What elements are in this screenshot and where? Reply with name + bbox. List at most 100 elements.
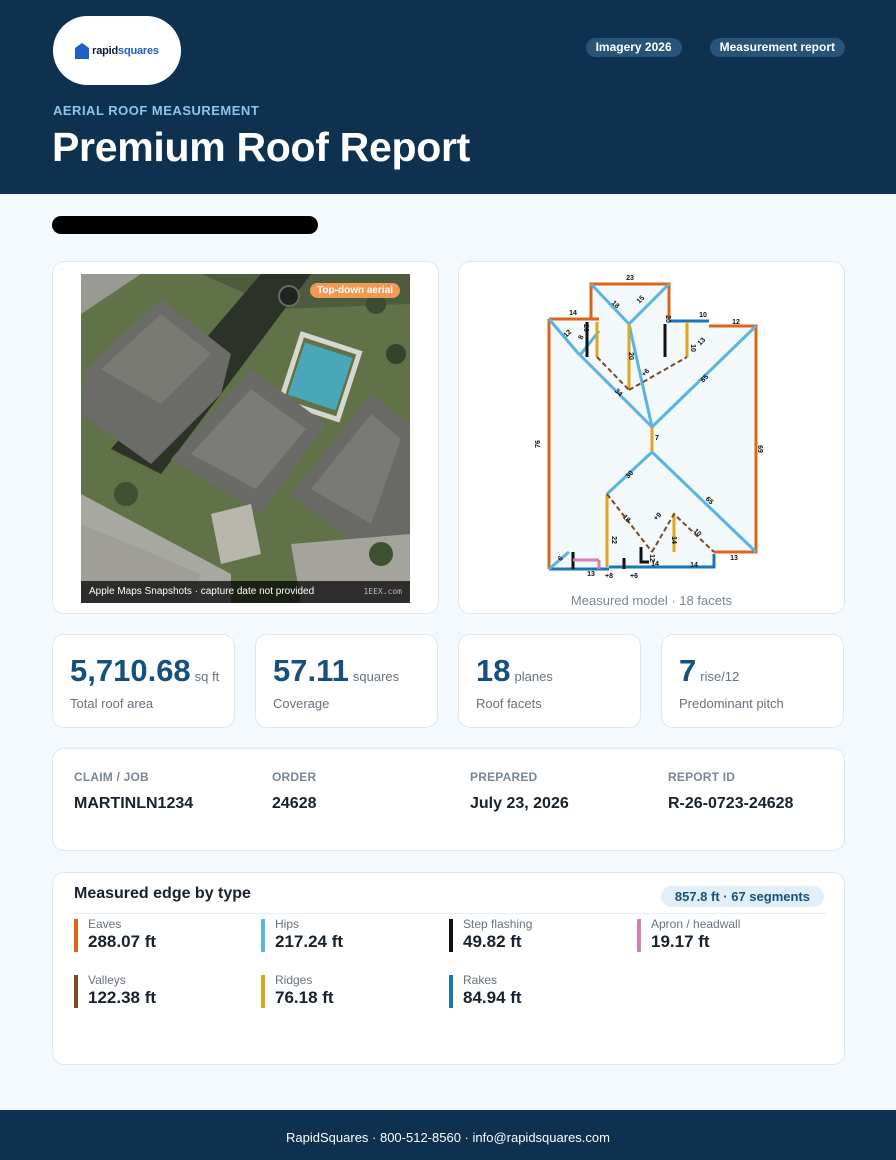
edge-ridges: Ridges 76.18 ft	[261, 973, 334, 1008]
edge-hips: Hips 217.24 ft	[261, 917, 343, 952]
info-label: CLAIM / JOB	[74, 770, 149, 784]
edge-length-label: 13	[587, 571, 595, 578]
report-header: rapidsquares Imagery 2026 Measurement re…	[0, 0, 896, 194]
info-value: 24628	[272, 795, 317, 812]
roof-model-card: 23 14 10 12 12 8 20 18 15 20 10 13 20 +6 65 34 76 69 7 30 65…	[458, 261, 845, 614]
edge-length-label: 12	[648, 554, 655, 562]
edge-name: Valleys	[88, 973, 126, 987]
edge-length-label: 14	[690, 562, 698, 569]
stat-total-area: 5,710.68 sq ft Total roof area	[52, 634, 235, 728]
edge-valleys: Valleys 122.38 ft	[74, 973, 156, 1008]
stat-facets: 18 planes Roof facets	[458, 634, 641, 728]
edge-value: 84.94 ft	[463, 988, 522, 1007]
edge-length-label: 20	[627, 352, 634, 360]
edge-name: Ridges	[275, 973, 313, 987]
info-label: ORDER	[272, 770, 317, 784]
edge-length-label: 14	[569, 310, 577, 317]
report-eyebrow: AERIAL ROOF MEASUREMENT	[53, 103, 260, 118]
stat-label: Coverage	[273, 696, 330, 711]
edge-step-flashing: Step flashing 49.82 ft	[449, 917, 532, 952]
info-value: July 23, 2026	[470, 795, 569, 812]
roof-diagram: 2314 101212 82018 1520101320+66534766973065…	[535, 275, 763, 580]
stat-unit: planes	[514, 669, 553, 684]
info-label: PREPARED	[470, 770, 538, 784]
edge-color-bar	[449, 919, 453, 952]
aerial-image	[81, 274, 410, 603]
edge-length-label: 10	[699, 312, 707, 319]
header-chips: Imagery 2026 Measurement report	[585, 38, 845, 57]
stat-label: Predominant pitch	[679, 696, 784, 711]
edge-length-label: 14	[651, 561, 659, 568]
edge-rakes: Rakes 84.94 ft	[449, 973, 522, 1008]
aerial-photo: Top-down aerial Apple Maps Snapshots · c…	[81, 274, 410, 603]
edge-length-label: 23	[626, 275, 634, 282]
edge-length-label: 14	[670, 536, 677, 544]
edge-summary-card: Measured edge by type 857.8 ft · 67 segm…	[52, 872, 845, 1065]
edge-apron: Apron / headwall 19.17 ft	[637, 917, 740, 952]
edge-value: 49.82 ft	[463, 932, 522, 951]
brand-logo: rapidsquares	[53, 16, 181, 85]
stat-unit: squares	[352, 669, 400, 684]
edge-length-label: 12	[732, 319, 740, 326]
house-logo-icon	[75, 42, 90, 59]
job-info-card: CLAIM / JOB MARTINLN1234 ORDER 24628 PRE…	[52, 748, 845, 851]
edge-length-label: 7	[655, 435, 659, 442]
claim-job: CLAIM / JOB MARTINLN1234	[74, 770, 193, 813]
stat-value: 7	[679, 653, 697, 688]
edge-length-label: 76	[535, 440, 542, 448]
edge-length-label: 13	[730, 555, 738, 562]
stat-value: 5,710.68	[70, 653, 191, 688]
stat-coverage: 57.11 squares Coverage	[255, 634, 438, 728]
report-id: REPORT ID R-26-0723-24628	[668, 770, 793, 813]
info-label: REPORT ID	[668, 770, 736, 784]
edge-color-bar	[74, 975, 78, 1008]
edge-length-label: 22	[610, 536, 617, 544]
top-down-badge: Top-down aerial	[310, 283, 400, 298]
photo-watermark: 1EEX.com	[363, 587, 402, 596]
report-title: Premium Roof Report	[52, 124, 470, 170]
edge-length-label: 69	[756, 445, 763, 453]
divider	[74, 913, 826, 914]
brand-name: rapidsquares	[92, 44, 159, 57]
edge-value: 217.24 ft	[275, 932, 344, 951]
photo-caption: Apple Maps Snapshots · capture date not …	[81, 581, 410, 603]
report-type-chip: Measurement report	[709, 38, 845, 57]
imagery-chip: Imagery 2026	[585, 38, 682, 57]
report-footer: RapidSquares · 800-512-8560 · info@rapid…	[0, 1110, 896, 1160]
aerial-photo-card: Top-down aerial Apple Maps Snapshots · c…	[52, 261, 439, 614]
edge-value: 288.07 ft	[88, 932, 157, 951]
stat-unit: sq ft	[194, 669, 220, 684]
edge-color-bar	[449, 975, 453, 1008]
edge-name: Rakes	[463, 973, 498, 987]
edge-value: 76.18 ft	[275, 988, 334, 1007]
stat-value: 57.11	[273, 653, 349, 688]
stat-pitch: 7 rise/12 Predominant pitch	[661, 634, 844, 728]
info-value: R-26-0723-24628	[668, 795, 794, 812]
edge-length-label: 20	[582, 324, 589, 332]
edge-length-label: +8	[605, 573, 613, 580]
edge-name: Apron / headwall	[651, 917, 741, 931]
info-value: MARTINLN1234	[74, 795, 194, 812]
edge-value: 19.17 ft	[651, 932, 710, 951]
stat-label: Roof facets	[476, 696, 542, 711]
edge-name: Hips	[275, 917, 300, 931]
edge-name: Eaves	[88, 917, 122, 931]
edge-color-bar	[637, 919, 641, 952]
prepared-date: PREPARED July 23, 2026	[470, 770, 569, 813]
edge-color-bar	[261, 975, 265, 1008]
redacted-address	[52, 216, 318, 234]
edge-color-bar	[261, 919, 265, 952]
edge-title: Measured edge by type	[74, 885, 251, 902]
stat-value: 18	[476, 653, 511, 688]
edge-name: Step flashing	[463, 917, 533, 931]
photo-caption-text: Apple Maps Snapshots · capture date not …	[89, 586, 315, 597]
stat-unit: rise/12	[700, 669, 740, 684]
edge-eaves: Eaves 288.07 ft	[74, 917, 156, 952]
model-caption: Measured model · 18 facets	[570, 593, 733, 608]
stat-label: Total roof area	[70, 696, 154, 711]
edge-length-label: +6	[630, 573, 638, 580]
edge-value: 122.38 ft	[88, 988, 157, 1007]
edge-length-label: 20	[664, 315, 671, 323]
edge-color-bar	[74, 919, 78, 952]
edge-length-label: 10	[689, 344, 696, 352]
